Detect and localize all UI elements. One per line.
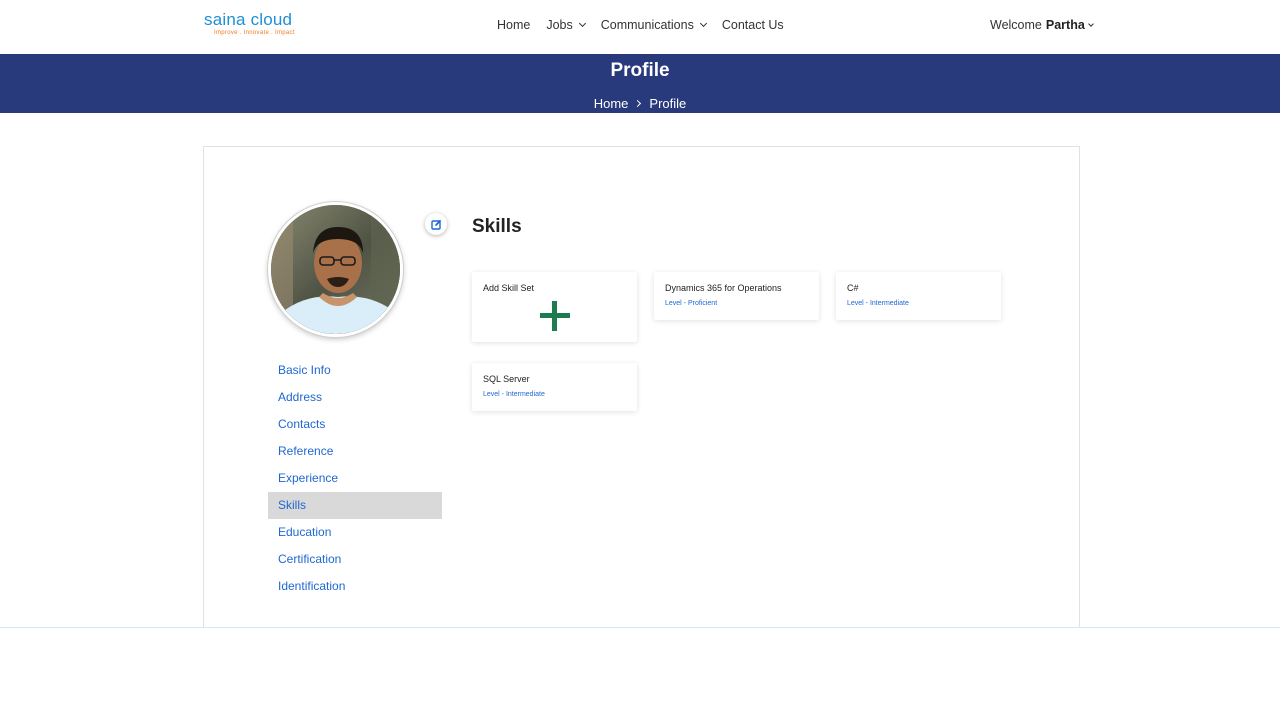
logo-tagline: Improve . Innovate . Impact: [214, 30, 295, 36]
nav-jobs-label: Jobs: [546, 18, 573, 32]
sidebar-item-contacts[interactable]: Contacts: [268, 411, 442, 438]
nav-communications[interactable]: Communications: [600, 18, 707, 32]
skill-tile[interactable]: C# Level - Intermediate: [836, 272, 1001, 320]
add-skill-set-label: Add Skill Set: [483, 283, 535, 293]
skill-name: SQL Server: [483, 374, 530, 384]
skill-level: Level - Proficient: [665, 300, 718, 307]
breadcrumb-current: Profile: [649, 96, 687, 111]
sidebar-item-basic-info[interactable]: Basic Info: [268, 357, 442, 384]
chevron-down-icon: [1087, 20, 1094, 27]
nav-jobs[interactable]: Jobs: [546, 18, 586, 32]
sidebar-item-reference[interactable]: Reference: [268, 438, 442, 465]
logo-text: saina cloud: [204, 10, 293, 29]
nav-contact-us[interactable]: Contact Us: [722, 18, 784, 32]
sidebar-item-experience[interactable]: Experience: [268, 465, 442, 492]
plus-icon: [540, 301, 570, 331]
main-nav: Home Jobs Communications Contact Us: [497, 18, 800, 32]
chevron-right-icon: [634, 99, 642, 108]
add-skill-set-button[interactable]: Add Skill Set: [472, 272, 637, 342]
user-menu[interactable]: Welcome Partha: [990, 18, 1094, 32]
breadcrumb-home[interactable]: Home: [594, 96, 629, 111]
divider: [0, 627, 1280, 628]
nav-home[interactable]: Home: [497, 18, 530, 32]
chevron-down-icon: [578, 19, 586, 28]
logo[interactable]: saina cloud Improve . Innovate . Impact: [204, 11, 295, 37]
sidebar-item-education[interactable]: Education: [268, 519, 442, 546]
skill-name: Dynamics 365 for Operations: [665, 283, 782, 293]
profile-photo: [271, 205, 400, 334]
top-navbar: saina cloud Improve . Innovate . Impact …: [0, 0, 1280, 54]
skill-level: Level - Intermediate: [483, 391, 545, 398]
page-banner: Profile Home Profile: [0, 54, 1280, 113]
page-title: Profile: [610, 60, 670, 81]
chevron-down-icon: [699, 19, 707, 28]
edit-photo-button[interactable]: [425, 213, 447, 235]
nav-contact-us-label: Contact Us: [721, 18, 784, 32]
sidebar-item-address[interactable]: Address: [268, 384, 442, 411]
profile-sidebar: Basic Info Address Contacts Reference Ex…: [268, 357, 442, 600]
section-title: Skills: [472, 216, 522, 237]
skill-tile[interactable]: Dynamics 365 for Operations Level - Prof…: [654, 272, 819, 320]
sidebar-item-certification[interactable]: Certification: [268, 546, 442, 573]
nav-communications-label: Communications: [600, 18, 694, 32]
welcome-text: Welcome: [990, 18, 1042, 32]
skill-tile[interactable]: SQL Server Level - Intermediate: [472, 363, 637, 411]
nav-home-label: Home: [497, 18, 531, 32]
breadcrumb: Home Profile: [0, 96, 1280, 111]
sidebar-item-identification[interactable]: Identification: [268, 573, 442, 600]
edit-icon: [430, 219, 441, 230]
page-footer-area: [0, 628, 1280, 720]
user-name: Partha: [1045, 18, 1085, 32]
sidebar-item-skills[interactable]: Skills: [268, 492, 442, 519]
skill-level: Level - Intermediate: [847, 300, 909, 307]
avatar: [268, 202, 403, 337]
skill-name: C#: [847, 283, 859, 293]
